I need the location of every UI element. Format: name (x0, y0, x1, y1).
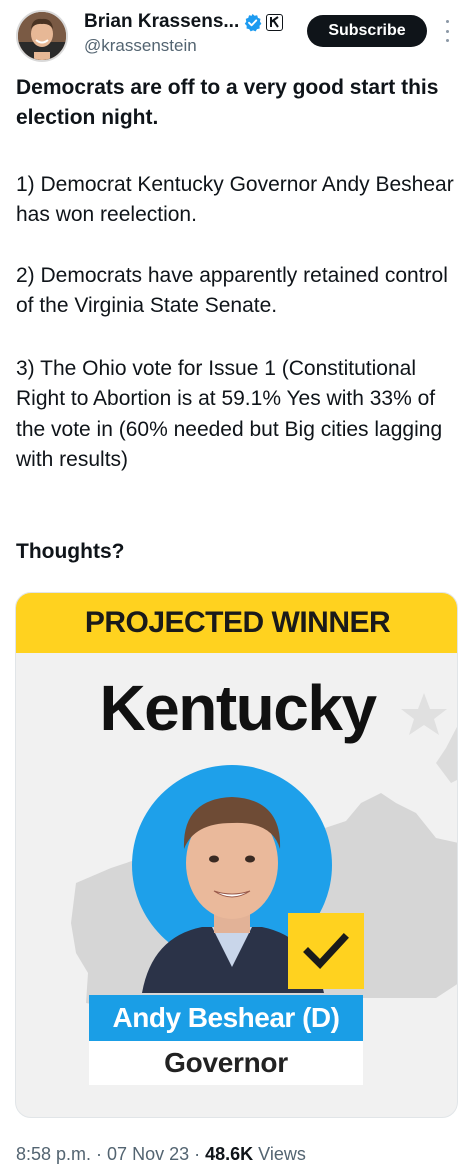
candidate-name: Andy Beshear (D) (89, 995, 363, 1041)
author-handle[interactable]: @krassenstein (84, 36, 197, 56)
projected-winner-banner: PROJECTED WINNER (16, 593, 457, 653)
tweet-meta: 8:58 p.m. · 07 Nov 23 · 48.6K Views (16, 1144, 306, 1165)
avatar[interactable] (16, 10, 68, 62)
affiliation-badge-icon[interactable] (266, 13, 284, 31)
tweet-point-3: 3) The Ohio vote for Issue 1 (Constituti… (16, 357, 443, 472)
banner-label: PROJECTED WINNER (84, 606, 391, 639)
state-title: Kentucky (99, 672, 377, 744)
tweet-point-2: 2) Democrats have apparently retained co… (16, 264, 448, 318)
author-name-row: Brian Krassens... (84, 11, 284, 33)
verified-badge-icon[interactable] (243, 13, 262, 32)
tweet-point-1: 1) Democrat Kentucky Governor Andy Beshe… (16, 173, 454, 227)
more-options-icon[interactable] (440, 20, 454, 42)
views-label: Views (253, 1144, 306, 1164)
tweet-closing: Thoughts? (16, 540, 125, 563)
author-display-name[interactable]: Brian Krassens... (84, 11, 239, 33)
tweet-headline: Democrats are off to a very good start t… (16, 76, 439, 130)
tweet-date[interactable]: 07 Nov 23 (107, 1144, 189, 1164)
meta-separator: · (189, 1144, 206, 1164)
meta-separator: · (91, 1144, 108, 1164)
tweet-media-image[interactable]: PROJECTED WINNER Kentucky Andy Beshear (… (15, 592, 458, 1118)
views-count[interactable]: 48.6K (205, 1144, 253, 1164)
tweet-header: Brian Krassens... @krassenstein Subscrib… (0, 0, 474, 70)
candidate-office: Governor (89, 1041, 363, 1085)
subscribe-button[interactable]: Subscribe (307, 15, 427, 47)
checkmark-icon (288, 913, 364, 989)
tweet-time[interactable]: 8:58 p.m. (16, 1144, 91, 1164)
